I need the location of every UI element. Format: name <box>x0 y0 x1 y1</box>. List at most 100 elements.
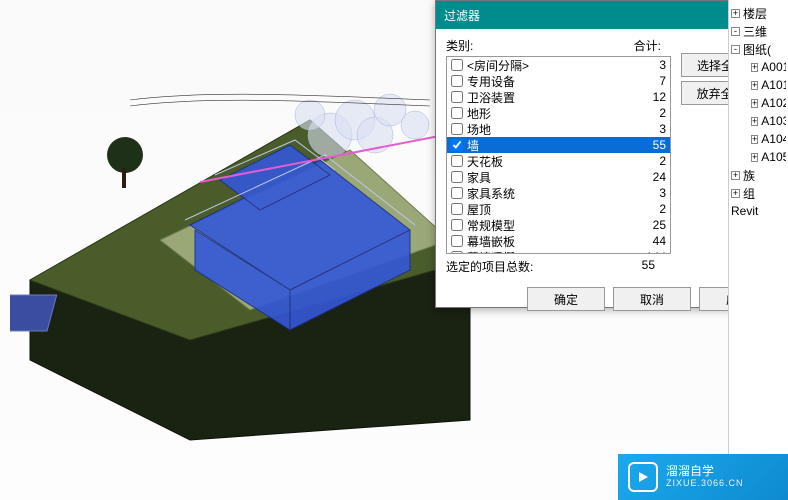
tree-label: 三维 <box>743 23 767 40</box>
category-count: 12 <box>636 90 666 104</box>
tree-label: A103 <box>761 114 786 128</box>
category-name: 幕墙竖梃 <box>467 249 636 255</box>
category-checkbox[interactable] <box>451 251 463 254</box>
category-name: 专用设备 <box>467 73 636 90</box>
category-count: 44 <box>636 234 666 248</box>
list-item[interactable]: <房间分隔>3 <box>447 57 670 73</box>
category-count: 25 <box>636 218 666 232</box>
tree-item[interactable]: -三维 <box>731 22 786 40</box>
category-count: 7 <box>636 74 666 88</box>
category-name: 卫浴装置 <box>467 89 636 106</box>
expand-icon[interactable]: + <box>731 189 740 198</box>
category-count: 24 <box>636 170 666 184</box>
project-browser[interactable]: +楼层-三维-图纸(+A001+A101+A102+A103+A104+A105… <box>728 0 788 500</box>
category-count: 3 <box>636 58 666 72</box>
tree-item[interactable]: +A105 <box>731 148 786 166</box>
list-item[interactable]: 墙55 <box>447 137 670 153</box>
watermark: 溜溜自学 ZIXUE.3066.CN <box>618 454 788 500</box>
list-item[interactable]: 场地3 <box>447 121 670 137</box>
tree-label: Revit <box>731 204 758 218</box>
category-checkbox[interactable] <box>451 219 463 231</box>
list-item[interactable]: 卫浴装置12 <box>447 89 670 105</box>
terrain-model <box>10 40 490 460</box>
selected-total-label: 选定的项目总数: <box>446 258 611 275</box>
list-item[interactable]: 专用设备7 <box>447 73 670 89</box>
tree-item[interactable]: +A102 <box>731 94 786 112</box>
list-item[interactable]: 幕墙竖梃144 <box>447 249 670 254</box>
expand-icon[interactable]: + <box>751 99 758 108</box>
expand-icon[interactable]: + <box>751 117 758 126</box>
category-name: 家具 <box>467 169 636 186</box>
category-checkbox[interactable] <box>451 203 463 215</box>
list-item[interactable]: 屋顶2 <box>447 201 670 217</box>
category-checkbox[interactable] <box>451 59 463 71</box>
tree-label: A101 <box>761 78 786 92</box>
tree-label: A001 <box>761 60 786 74</box>
list-item[interactable]: 常规模型25 <box>447 217 670 233</box>
expand-icon[interactable]: - <box>731 45 740 54</box>
tree-item[interactable]: Revit <box>731 202 786 220</box>
tree-item[interactable]: +A101 <box>731 76 786 94</box>
tree-item[interactable]: +A001 <box>731 58 786 76</box>
tree-label: 图纸( <box>743 41 771 58</box>
category-count: 55 <box>636 138 666 152</box>
category-checkbox[interactable] <box>451 91 463 103</box>
category-list[interactable]: <房间分隔>3专用设备7卫浴装置12地形2场地3墙55天花板2家具24家具系统3… <box>446 56 671 254</box>
expand-icon[interactable]: + <box>751 81 758 90</box>
list-item[interactable]: 幕墙嵌板44 <box>447 233 670 249</box>
category-name: 幕墙嵌板 <box>467 233 636 250</box>
total-header: 合计: <box>631 37 671 54</box>
tree-label: 族 <box>743 167 755 184</box>
category-checkbox[interactable] <box>451 75 463 87</box>
tree-item[interactable]: +楼层 <box>731 4 786 22</box>
category-checkbox[interactable] <box>451 155 463 167</box>
expand-icon[interactable]: + <box>751 153 758 162</box>
tree-label: 组 <box>743 185 755 202</box>
list-item[interactable]: 天花板2 <box>447 153 670 169</box>
watermark-sub: ZIXUE.3066.CN <box>666 479 744 489</box>
expand-icon[interactable]: + <box>731 9 740 18</box>
category-count: 3 <box>636 186 666 200</box>
list-item[interactable]: 家具24 <box>447 169 670 185</box>
list-item[interactable]: 家具系统3 <box>447 185 670 201</box>
category-name: 屋顶 <box>467 201 636 218</box>
expand-icon[interactable]: - <box>731 27 740 36</box>
play-icon <box>628 462 658 492</box>
category-name: 天花板 <box>467 153 636 170</box>
category-count: 144 <box>636 250 666 254</box>
category-checkbox[interactable] <box>451 187 463 199</box>
selected-total-value: 55 <box>611 258 671 275</box>
category-name: 场地 <box>467 121 636 138</box>
category-name: 墙 <box>467 137 636 154</box>
expand-icon[interactable]: + <box>751 135 758 144</box>
category-checkbox[interactable] <box>451 123 463 135</box>
dialog-title: 过滤器 <box>444 7 761 24</box>
category-checkbox[interactable] <box>451 171 463 183</box>
tree-item[interactable]: +族 <box>731 166 786 184</box>
category-header: 类别: <box>446 37 631 54</box>
tree-label: 楼层 <box>743 5 767 22</box>
watermark-brand: 溜溜自学 <box>666 465 744 478</box>
tree-item[interactable]: +A103 <box>731 112 786 130</box>
tree-item[interactable]: -图纸( <box>731 40 786 58</box>
category-count: 2 <box>636 154 666 168</box>
tree-label: A105 <box>761 150 786 164</box>
tree-label: A104 <box>761 132 786 146</box>
category-name: 地形 <box>467 105 636 122</box>
category-checkbox[interactable] <box>451 235 463 247</box>
tree-item[interactable]: +组 <box>731 184 786 202</box>
ok-button[interactable]: 确定 <box>527 287 605 311</box>
category-name: <房间分隔> <box>467 57 636 74</box>
category-count: 3 <box>636 122 666 136</box>
expand-icon[interactable]: + <box>751 63 758 72</box>
list-item[interactable]: 地形2 <box>447 105 670 121</box>
category-name: 家具系统 <box>467 185 636 202</box>
tree-label: A102 <box>761 96 786 110</box>
cancel-button[interactable]: 取消 <box>613 287 691 311</box>
category-checkbox[interactable] <box>451 139 463 151</box>
category-count: 2 <box>636 106 666 120</box>
category-checkbox[interactable] <box>451 107 463 119</box>
expand-icon[interactable]: + <box>731 171 740 180</box>
category-count: 2 <box>636 202 666 216</box>
tree-item[interactable]: +A104 <box>731 130 786 148</box>
